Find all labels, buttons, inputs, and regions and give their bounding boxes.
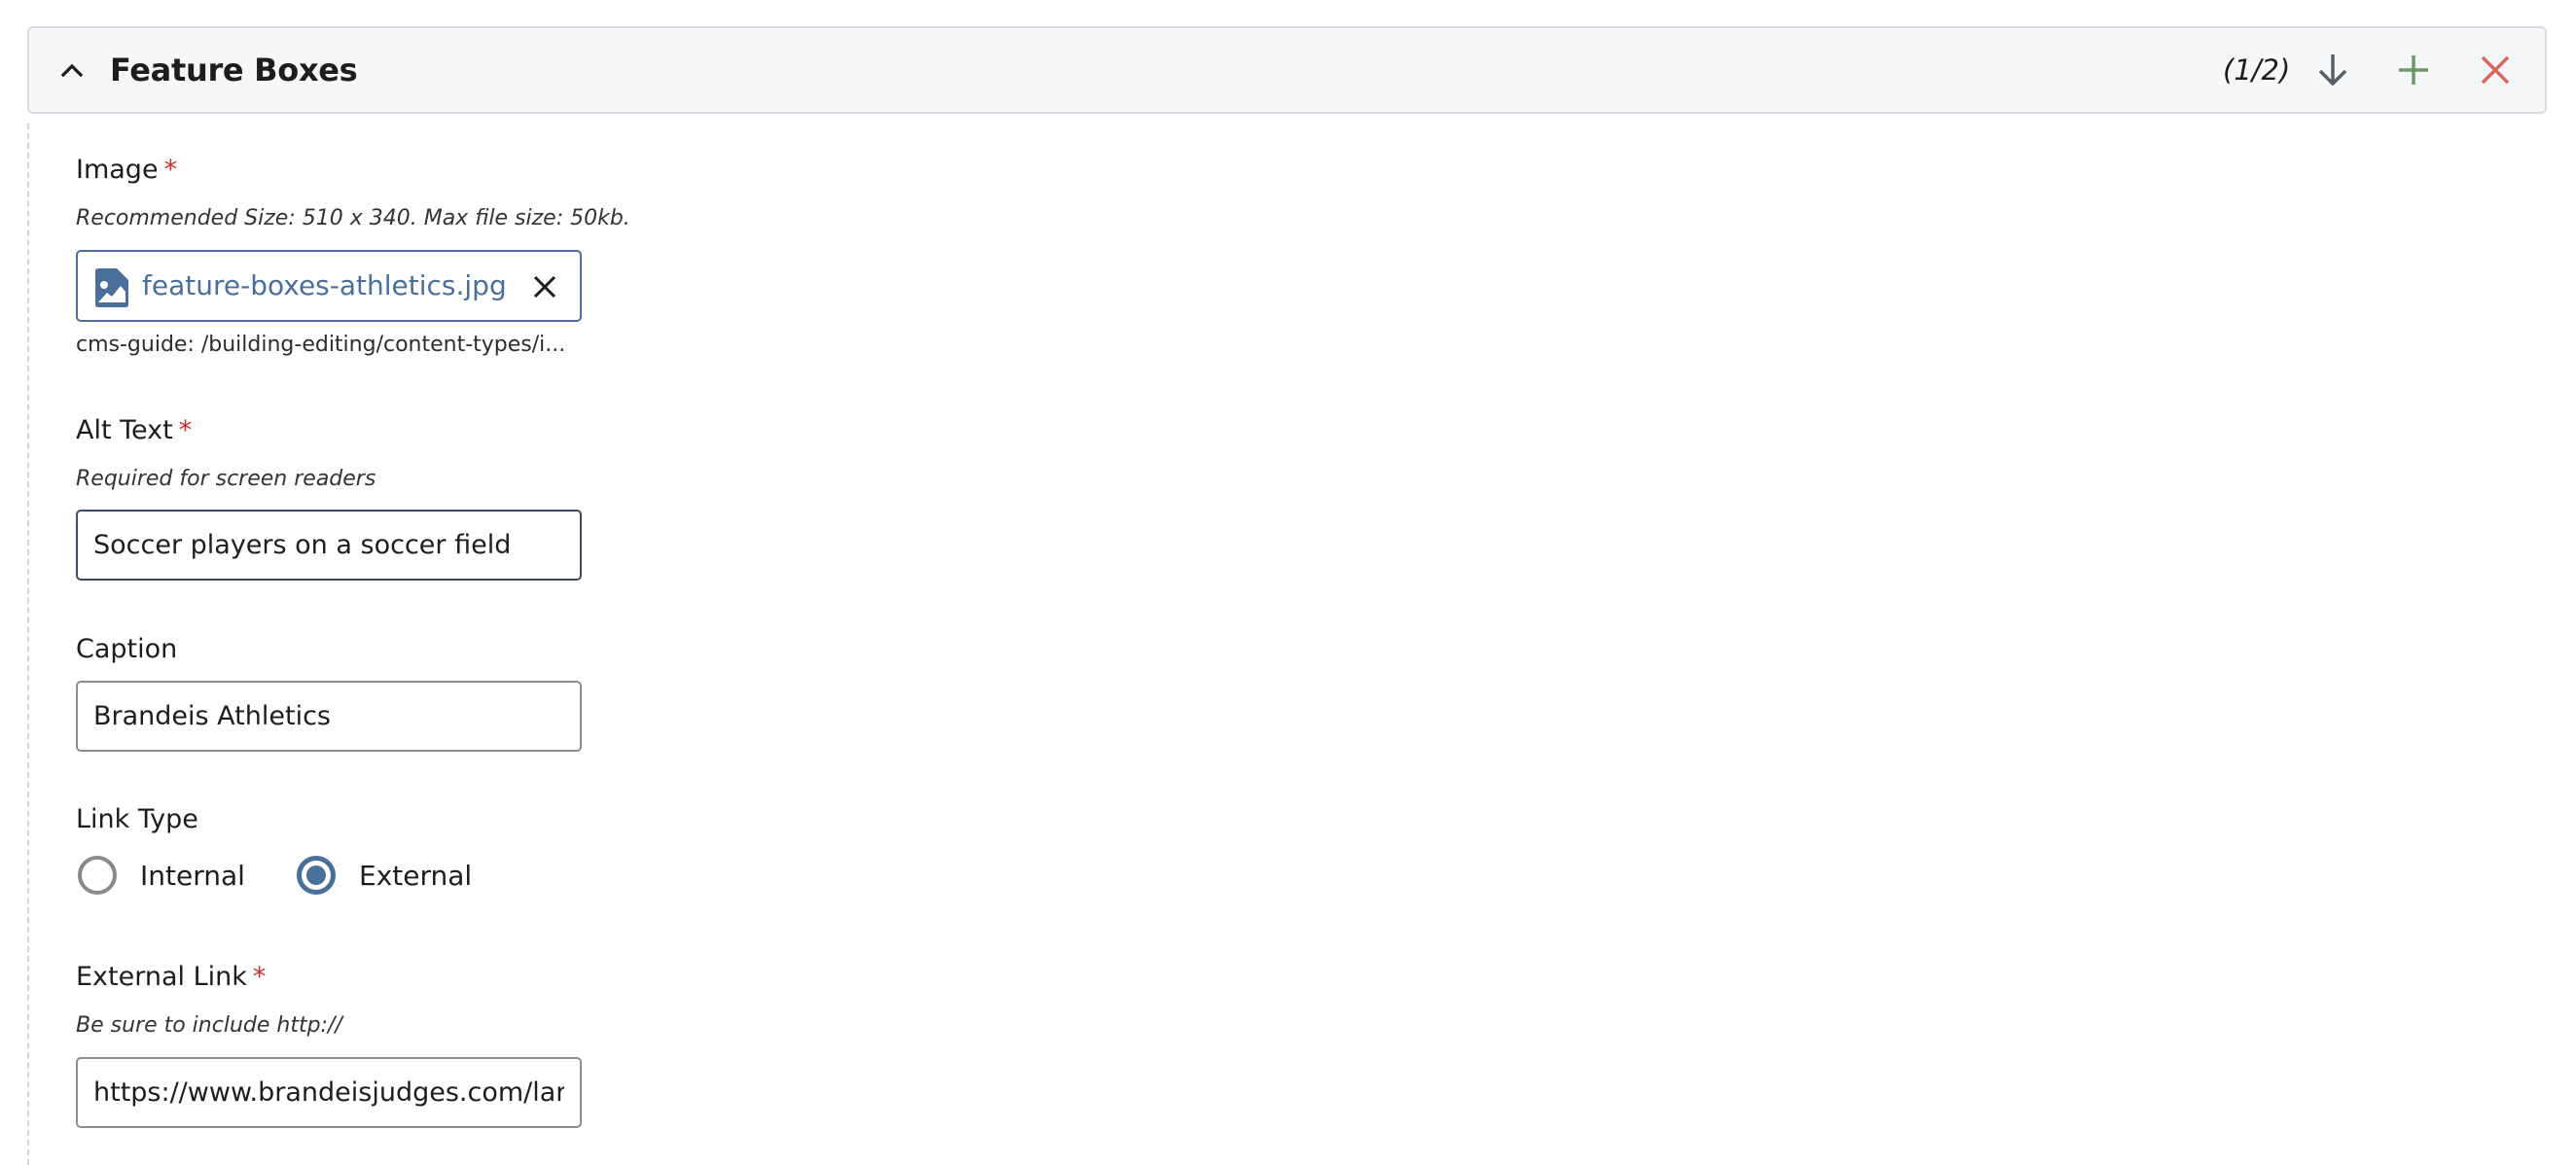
image-hint: Recommended Size: 510 x 340. Max file si…: [76, 206, 630, 230]
chevron-up-icon[interactable]: [59, 57, 85, 83]
clear-image-button[interactable]: [532, 274, 557, 300]
arrow-down-icon: [2318, 54, 2347, 87]
radio-label[interactable]: Internal: [140, 860, 245, 892]
file-image-icon: [95, 268, 128, 307]
item-count: (1/2): [2223, 53, 2291, 87]
add-item-button[interactable]: [2394, 51, 2433, 89]
close-icon: [2481, 55, 2510, 85]
external-link-hint: Be sure to include http://: [76, 1013, 342, 1038]
alt-text-hint: Required for screen readers: [76, 467, 376, 491]
radio-external[interactable]: External: [297, 854, 472, 897]
radio-circle[interactable]: [78, 856, 117, 895]
image-label: Image *: [76, 154, 177, 187]
remove-item-button[interactable]: [2476, 51, 2515, 89]
external-link-label: External Link *: [76, 961, 266, 994]
close-icon: [533, 275, 556, 299]
feature-boxes-header: Feature Boxes (1/2): [27, 26, 2547, 114]
caption-label: Caption: [76, 634, 178, 664]
nesting-guide-line: [27, 124, 29, 1165]
move-down-button[interactable]: [2313, 51, 2352, 89]
image-path: cms-guide: /building-editing/content-typ…: [76, 333, 566, 357]
required-mark: *: [252, 962, 267, 992]
panel-title: Feature Boxes: [110, 52, 358, 88]
radio-label[interactable]: External: [359, 860, 472, 892]
external-link-input[interactable]: [76, 1057, 582, 1128]
alt-text-label: Alt Text *: [76, 414, 192, 447]
radio-internal[interactable]: Internal: [78, 854, 245, 897]
file-name-link[interactable]: feature-boxes-athletics.jpg: [142, 252, 507, 320]
link-type-label: Link Type: [76, 804, 198, 834]
image-label-text: Image: [76, 155, 159, 185]
required-mark: *: [178, 415, 193, 445]
external-link-label-text: External Link: [76, 962, 247, 992]
alt-text-input[interactable]: [76, 510, 582, 581]
radio-circle-checked[interactable]: [297, 856, 336, 895]
image-picker[interactable]: feature-boxes-athletics.jpg: [76, 250, 582, 322]
plus-icon: [2399, 55, 2428, 85]
alt-text-label-text: Alt Text: [76, 415, 173, 445]
caption-input[interactable]: [76, 681, 582, 752]
required-mark: *: [163, 155, 178, 185]
